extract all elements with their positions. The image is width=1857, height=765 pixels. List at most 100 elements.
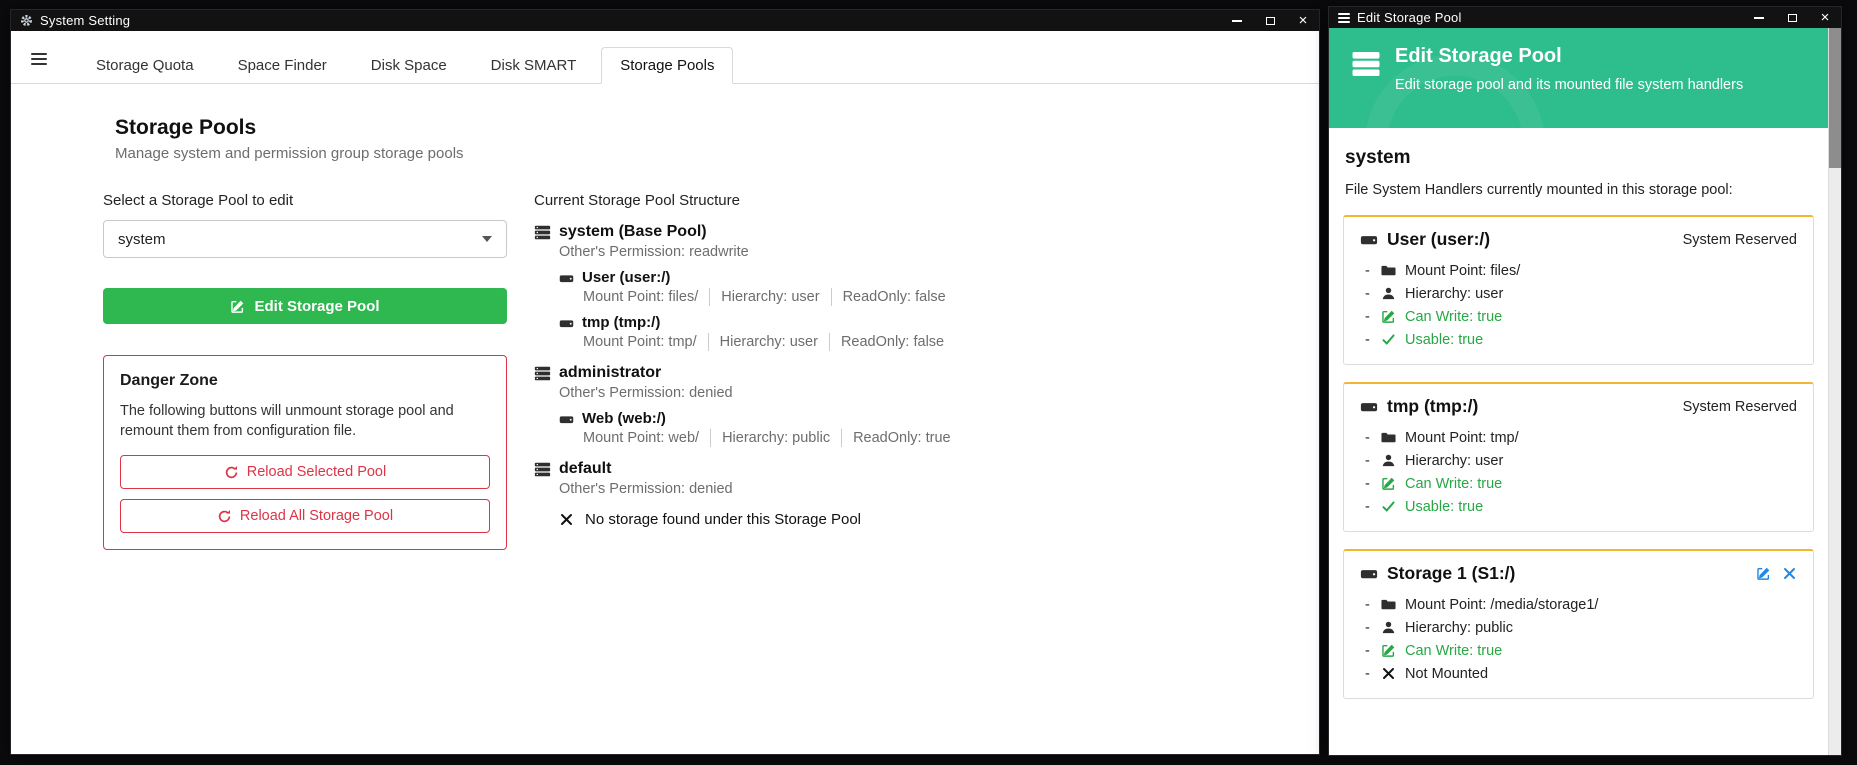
maximize-icon [1788, 14, 1797, 22]
danger-zone-title: Danger Zone [120, 372, 490, 390]
pool-structure-column: Current Storage Pool Structure system (B… [534, 192, 951, 528]
check-icon [1381, 332, 1396, 347]
edit-storage-pool-button[interactable]: Edit Storage Pool [103, 288, 507, 324]
row-text: Can Write: true [1405, 476, 1502, 492]
system-setting-titlebar: System Setting × [11, 10, 1319, 31]
scrollbar-track[interactable] [1828, 28, 1841, 755]
empty-pool-text: No storage found under this Storage Pool [585, 511, 861, 528]
handler-name: Storage 1 (S1:/) [1387, 563, 1747, 584]
child-mount: Mount Point: tmp/ [583, 333, 697, 351]
refresh-icon [217, 509, 232, 524]
minimize-button[interactable] [1230, 14, 1244, 28]
tab-storage-quota[interactable]: Storage Quota [77, 47, 213, 84]
hdd-icon [559, 412, 574, 427]
edit-pool-titlebar: Edit Storage Pool × [1329, 7, 1841, 28]
child-readonly: ReadOnly: true [841, 429, 951, 447]
tab-bar: Storage Quota Space Finder Disk Space Di… [11, 31, 1319, 84]
child-name: Web (web:/) [582, 410, 666, 428]
banner-subtitle: Edit storage pool and its mounted file s… [1395, 77, 1743, 93]
window-controls: × [1230, 14, 1310, 28]
child-readonly: ReadOnly: false [829, 333, 944, 351]
pool-structure-tree: system (Base Pool) Other's Permission: r… [534, 222, 951, 528]
reload-all-pools-button[interactable]: Reload All Storage Pool [120, 499, 490, 533]
row-text: Usable: true [1405, 499, 1483, 515]
folder-icon [1381, 597, 1396, 612]
pool-editor-column: Select a Storage Pool to edit system Edi… [103, 192, 507, 550]
tabs: Storage Quota Space Finder Disk Space Di… [77, 47, 739, 83]
handler-card: tmp (tmp:/) System Reserved - Mount Poin… [1343, 382, 1814, 532]
child-mount: Mount Point: files/ [583, 288, 698, 306]
storage-child: User (user:/) Mount Point: files/ Hierar… [559, 269, 951, 306]
edit-pool-banner: Edit Storage Pool Edit storage pool and … [1329, 28, 1828, 128]
handler-row: - Can Write: true [1360, 639, 1797, 662]
refresh-icon [224, 465, 239, 480]
tab-disk-space[interactable]: Disk Space [352, 47, 466, 84]
danger-zone-description: The following buttons will unmount stora… [120, 401, 490, 441]
pool-item: default Other's Permission: denied No st… [534, 459, 951, 528]
tab-disk-smart[interactable]: Disk SMART [472, 47, 596, 84]
reload-selected-pool-button[interactable]: Reload Selected Pool [120, 455, 490, 489]
server-icon [534, 224, 551, 241]
pool-permission: Other's Permission: denied [559, 480, 951, 498]
storage-pool-select-label: Select a Storage Pool to edit [103, 192, 507, 209]
edit-handler-button[interactable] [1756, 566, 1771, 581]
menu-icon [1338, 11, 1350, 25]
edit-icon [1381, 643, 1396, 658]
folder-icon [1381, 263, 1396, 278]
pool-name: system (Base Pool) [559, 222, 707, 242]
intro-text: File System Handlers currently mounted i… [1345, 182, 1828, 198]
row-text: Can Write: true [1405, 643, 1502, 659]
server-icon [1351, 49, 1381, 79]
hdd-icon [1360, 398, 1378, 416]
window-controls: × [1752, 11, 1832, 25]
minimize-button[interactable] [1752, 11, 1766, 25]
remove-handler-button[interactable] [1782, 566, 1797, 581]
row-text: Not Mounted [1405, 666, 1488, 682]
storage-child: tmp (tmp:/) Mount Point: tmp/ Hierarchy:… [559, 314, 951, 351]
hdd-icon [1360, 565, 1378, 583]
minimize-icon [1754, 17, 1764, 19]
handler-row: - Hierarchy: user [1360, 449, 1797, 472]
system-setting-window: System Setting × Storage Quota Space Fin… [10, 9, 1320, 755]
window-title: System Setting [40, 13, 130, 28]
handler-row: - Mount Point: files/ [1360, 259, 1797, 282]
handler-row: - Mount Point: /media/storage1/ [1360, 593, 1797, 616]
maximize-button[interactable] [1263, 14, 1277, 28]
handler-name: tmp (tmp:/) [1387, 396, 1674, 417]
structure-title: Current Storage Pool Structure [534, 192, 951, 209]
row-text: Mount Point: files/ [1405, 263, 1520, 279]
user-icon [1381, 620, 1396, 635]
user-icon [1381, 453, 1396, 468]
handler-card: User (user:/) System Reserved - Mount Po… [1343, 215, 1814, 365]
gear-icon [20, 14, 33, 27]
scrollbar-thumb[interactable] [1829, 28, 1841, 168]
system-reserved-badge: System Reserved [1683, 232, 1797, 248]
storage-pool-select[interactable]: system [103, 220, 507, 258]
row-text: Mount Point: /media/storage1/ [1405, 597, 1598, 613]
server-icon [534, 365, 551, 382]
maximize-button[interactable] [1785, 11, 1799, 25]
system-reserved-badge: System Reserved [1683, 399, 1797, 415]
child-hierarchy: Hierarchy: public [710, 429, 830, 447]
row-text: Hierarchy: public [1405, 620, 1513, 636]
server-icon [534, 461, 551, 478]
pool-name: default [559, 459, 611, 479]
menu-icon[interactable] [31, 50, 47, 68]
check-icon [1381, 499, 1396, 514]
tab-storage-pools[interactable]: Storage Pools [601, 47, 733, 84]
window-title: Edit Storage Pool [1357, 10, 1462, 25]
tab-space-finder[interactable]: Space Finder [219, 47, 346, 84]
page-subtitle: Manage system and permission group stora… [115, 145, 1319, 162]
handler-actions [1756, 566, 1797, 581]
hdd-icon [1360, 231, 1378, 249]
close-button[interactable]: × [1818, 11, 1832, 25]
handler-row: - Usable: true [1360, 495, 1797, 518]
pool-item: system (Base Pool) Other's Permission: r… [534, 222, 951, 351]
close-button[interactable]: × [1296, 14, 1310, 28]
edit-icon [1381, 476, 1396, 491]
banner-title: Edit Storage Pool [1395, 45, 1562, 68]
child-name: tmp (tmp:/) [582, 314, 660, 332]
folder-icon [1381, 430, 1396, 445]
pool-permission: Other's Permission: denied [559, 384, 951, 402]
x-mark-icon [1381, 666, 1396, 681]
